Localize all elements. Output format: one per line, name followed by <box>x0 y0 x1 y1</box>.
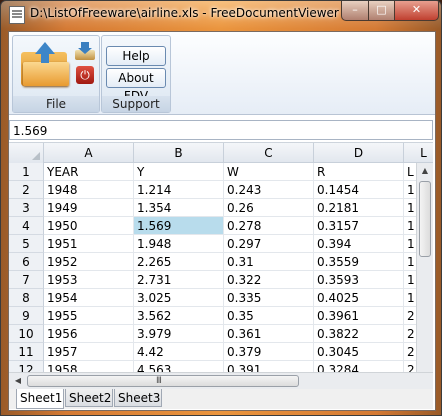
table-cell[interactable]: 1957 <box>44 343 134 361</box>
table-cell[interactable]: 0.394 <box>314 235 404 253</box>
table-cell[interactable]: 0.3559 <box>314 253 404 271</box>
table-cell[interactable]: 4.42 <box>134 343 224 361</box>
row-header[interactable]: 5 <box>9 235 44 253</box>
table-cell[interactable]: 2.731 <box>134 271 224 289</box>
ribbon: ⏻ File Help About FDV Support <box>9 32 435 115</box>
table-cell[interactable]: 0.278 <box>224 217 314 235</box>
scroll-up-icon[interactable]: ▲ <box>417 163 433 179</box>
row-header[interactable]: 10 <box>9 325 44 343</box>
table-cell[interactable]: 0.35 <box>224 307 314 325</box>
table-cell[interactable]: 1951 <box>44 235 134 253</box>
table-cell[interactable]: 1952 <box>44 253 134 271</box>
sheet-tabs: Sheet1 Sheet2 Sheet3 <box>9 389 433 409</box>
table-cell[interactable]: 1955 <box>44 307 134 325</box>
table-cell[interactable]: 1954 <box>44 289 134 307</box>
table-cell[interactable]: 3.562 <box>134 307 224 325</box>
column-header[interactable]: B <box>134 143 224 163</box>
row-header[interactable]: 11 <box>9 343 44 361</box>
column-header[interactable]: L <box>404 143 433 163</box>
row-header[interactable]: 2 <box>9 181 44 199</box>
table-cell[interactable]: 0.379 <box>224 343 314 361</box>
table-cell[interactable]: YEAR <box>44 163 134 181</box>
table-cell[interactable]: 1.569 <box>134 217 224 235</box>
vertical-scrollbar[interactable]: ▲ <box>416 163 433 373</box>
spreadsheet-grid[interactable]: A B C D L 1 YEAR Y W R L 2 1948 1.214 0.243 0.1454 1 3 194… <box>9 142 433 373</box>
table-cell[interactable]: 1956 <box>44 325 134 343</box>
table-cell[interactable]: 0.3822 <box>314 325 404 343</box>
select-all-corner[interactable] <box>9 143 44 164</box>
table-cell[interactable]: 0.31 <box>224 253 314 271</box>
vertical-scroll-thumb[interactable] <box>419 181 431 257</box>
tab-sheet2[interactable]: Sheet2 <box>65 389 113 407</box>
table-cell[interactable]: 0.361 <box>224 325 314 343</box>
table-cell[interactable]: 0.3593 <box>314 271 404 289</box>
horizontal-scrollbar[interactable]: ◀ III <box>9 372 433 389</box>
table-cell[interactable]: 1949 <box>44 199 134 217</box>
table-cell[interactable]: 2.265 <box>134 253 224 271</box>
row-header[interactable]: 1 <box>9 163 44 181</box>
minimize-button[interactable]: – <box>341 1 369 21</box>
power-icon[interactable]: ⏻ <box>76 66 94 84</box>
table-cell[interactable]: 0.335 <box>224 289 314 307</box>
app-window: D:\ListOfFreeware\airline.xls - FreeDocu… <box>0 0 442 416</box>
table-cell[interactable]: 1950 <box>44 217 134 235</box>
horizontal-scroll-thumb[interactable]: III <box>27 375 299 387</box>
row-header[interactable]: 6 <box>9 253 44 271</box>
formula-bar[interactable]: 1.569 <box>9 120 433 140</box>
title-bar[interactable]: D:\ListOfFreeware\airline.xls - FreeDocu… <box>1 1 441 29</box>
file-group: ⏻ File <box>12 35 100 113</box>
table-cell[interactable]: 0.4025 <box>314 289 404 307</box>
column-header[interactable]: C <box>224 143 314 163</box>
table-cell[interactable]: 1953 <box>44 271 134 289</box>
table-cell[interactable]: 0.243 <box>224 181 314 199</box>
table-cell[interactable]: R <box>314 163 404 181</box>
document-icon <box>9 6 25 24</box>
table-cell[interactable]: 0.26 <box>224 199 314 217</box>
support-group: Help About FDV Support <box>101 35 171 113</box>
table-cell[interactable]: 0.2181 <box>314 199 404 217</box>
table-cell[interactable]: 0.3157 <box>314 217 404 235</box>
grip-icon: III <box>156 376 162 386</box>
table-cell[interactable]: 3.979 <box>134 325 224 343</box>
window-title: D:\ListOfFreeware\airline.xls - FreeDocu… <box>30 6 339 20</box>
row-header[interactable]: 3 <box>9 199 44 217</box>
row-header[interactable]: 9 <box>9 307 44 325</box>
scroll-left-icon[interactable]: ◀ <box>11 373 25 389</box>
column-header[interactable]: D <box>314 143 404 163</box>
table-cell[interactable]: 3.025 <box>134 289 224 307</box>
table-cell[interactable]: 0.3961 <box>314 307 404 325</box>
support-group-label: Support <box>102 96 170 112</box>
about-button[interactable]: About FDV <box>106 68 166 103</box>
table-cell[interactable]: Y <box>134 163 224 181</box>
row-header[interactable]: 4 <box>9 217 44 235</box>
client-area: ⏻ File Help About FDV Support 1.569 ABCD… <box>8 31 436 411</box>
save-icon[interactable] <box>75 42 95 60</box>
table-cell[interactable]: 0.1454 <box>314 181 404 199</box>
open-folder-icon[interactable] <box>19 42 69 86</box>
row-header[interactable]: 7 <box>9 271 44 289</box>
tab-sheet3[interactable]: Sheet3 <box>114 389 162 407</box>
table-cell[interactable]: 1.948 <box>134 235 224 253</box>
tab-sheet1[interactable]: Sheet1 <box>16 389 64 409</box>
column-header[interactable]: A <box>44 143 134 163</box>
maximize-button[interactable]: □ <box>368 1 395 21</box>
table-cell[interactable]: 1.214 <box>134 181 224 199</box>
table-cell[interactable]: 0.3045 <box>314 343 404 361</box>
table-cell[interactable]: 0.297 <box>224 235 314 253</box>
table-cell[interactable]: 1.354 <box>134 199 224 217</box>
close-button[interactable]: ✕ <box>394 1 439 21</box>
table-cell[interactable]: W <box>224 163 314 181</box>
help-button[interactable]: Help <box>106 46 166 66</box>
file-group-label: File <box>13 96 99 112</box>
table-cell[interactable]: 1948 <box>44 181 134 199</box>
table-cell[interactable]: 0.322 <box>224 271 314 289</box>
row-header[interactable]: 8 <box>9 289 44 307</box>
